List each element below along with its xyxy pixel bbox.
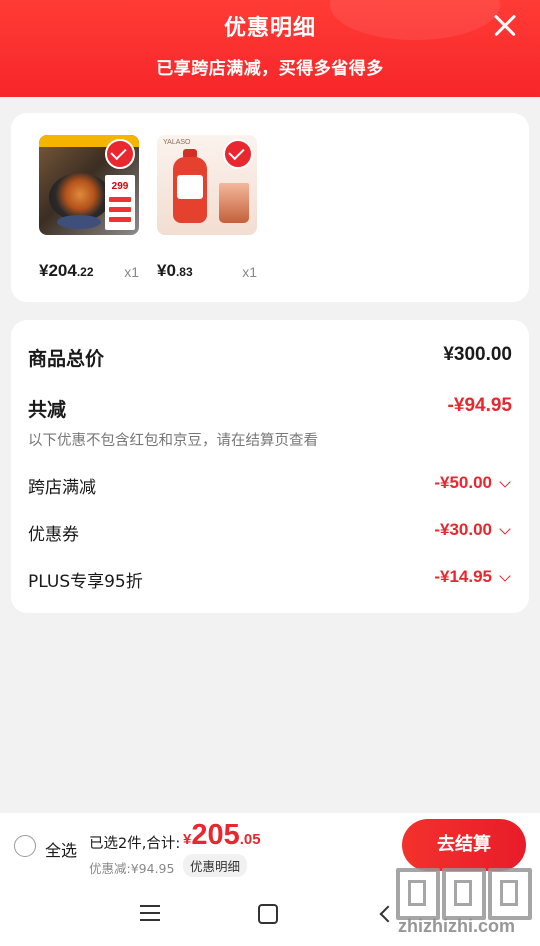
image-bottle: [173, 157, 207, 223]
tag-line: [109, 207, 131, 212]
select-all-label[interactable]: 全选: [45, 837, 77, 861]
menu-line: [140, 912, 160, 914]
total-price-row: 商品总价 ¥300.00: [28, 344, 512, 374]
price-integer: 204: [48, 261, 77, 280]
discount-label: PLUS专享95折: [28, 572, 143, 592]
total-reduction-row: 共减 -¥94.95: [28, 395, 512, 425]
product-price-row: ¥0.83 x1: [157, 255, 257, 283]
product-price: ¥0.83: [157, 261, 193, 281]
watermark-glyph: [488, 868, 532, 920]
discount-detail-tag[interactable]: 优惠明细: [183, 854, 248, 877]
price-summary-card: 商品总价 ¥300.00 共减 -¥94.95 以下优惠不包含红包和京豆，请在结…: [11, 320, 529, 613]
image-burner: [57, 215, 101, 229]
image-brand: YALASO: [163, 139, 191, 146]
discount-value: -¥50.00: [434, 473, 512, 493]
discount-value: -¥30.00: [434, 520, 512, 540]
product-quantity: x1: [124, 264, 139, 280]
page-title: 优惠明细: [223, 16, 316, 41]
discount-row-coupon[interactable]: 优惠券 -¥30.00: [28, 520, 512, 548]
discount-label: 跨店满减: [28, 478, 96, 498]
watermark-logo: zhizhizhi.com: [396, 860, 536, 944]
image-pan: [49, 173, 111, 221]
discount-amount: -¥30.00: [434, 520, 492, 539]
total-price-label: 商品总价: [28, 348, 105, 370]
image-bottle-label: [177, 175, 203, 199]
total-reduction-label: 共减: [28, 399, 67, 421]
price-decimal: .83: [175, 265, 193, 279]
page-subtitle: 已享跨店满减，买得多省得多: [156, 59, 384, 79]
product-item[interactable]: 299 ¥204.22 x1: [39, 135, 139, 283]
watermark-text: zhizhizhi.com: [398, 916, 515, 936]
discount-row-plus[interactable]: PLUS专享95折 -¥14.95: [28, 567, 512, 595]
watermark-glyph: [442, 868, 486, 920]
tag-line: [109, 217, 131, 222]
tag-line: [109, 197, 131, 202]
close-icon[interactable]: [492, 12, 518, 38]
image-tag-number: 299: [111, 181, 129, 192]
chevron-down-icon[interactable]: [499, 476, 511, 488]
total-reduction-value: -¥94.95: [447, 395, 512, 416]
image-glass: [219, 183, 249, 223]
menu-line: [140, 919, 160, 921]
product-price-row: ¥204.22 x1: [39, 255, 139, 283]
check-icon: [223, 139, 253, 169]
total-price-value: ¥300.00: [443, 344, 512, 365]
watermark-glyph: [396, 868, 440, 920]
total-decimal: .05: [239, 831, 261, 848]
discount-value: -¥14.95: [434, 567, 512, 587]
total-integer: 205: [191, 819, 240, 851]
selected-count-text: 已选2件,合计:: [89, 836, 181, 852]
back-icon[interactable]: [379, 905, 397, 923]
product-image-juice: YALASO: [157, 135, 257, 235]
saved-amount: 优惠减:¥94.95: [89, 861, 175, 876]
discount-note: 以下优惠不包含红包和京豆，请在结算页查看: [28, 433, 318, 449]
product-image-wok: 299: [39, 135, 139, 235]
discount-row-cross-store[interactable]: 跨店满减 -¥50.00: [28, 473, 512, 501]
product-quantity: x1: [242, 264, 257, 280]
price-decimal: .22: [76, 265, 94, 279]
product-price: ¥204.22: [39, 261, 94, 281]
product-list-card: 299 ¥204.22 x1 YALASO ¥0.83 x1: [11, 113, 529, 302]
discount-detail-header: 优惠明细 已享跨店满减，买得多省得多: [0, 0, 540, 97]
check-icon: [105, 139, 135, 169]
menu-icon[interactable]: [140, 905, 160, 921]
discount-amount: -¥14.95: [434, 567, 492, 586]
chevron-down-icon[interactable]: [499, 570, 511, 582]
total-amount: ¥205.05: [183, 819, 261, 852]
menu-line: [140, 905, 160, 907]
discount-amount: -¥50.00: [434, 473, 492, 492]
price-integer: 0: [166, 261, 176, 280]
image-price-tag: 299: [105, 175, 135, 230]
discount-label: 优惠券: [28, 525, 79, 545]
home-icon[interactable]: [258, 904, 278, 924]
select-all-radio[interactable]: [14, 835, 36, 857]
chevron-down-icon[interactable]: [499, 523, 511, 535]
product-item[interactable]: YALASO ¥0.83 x1: [157, 135, 257, 283]
